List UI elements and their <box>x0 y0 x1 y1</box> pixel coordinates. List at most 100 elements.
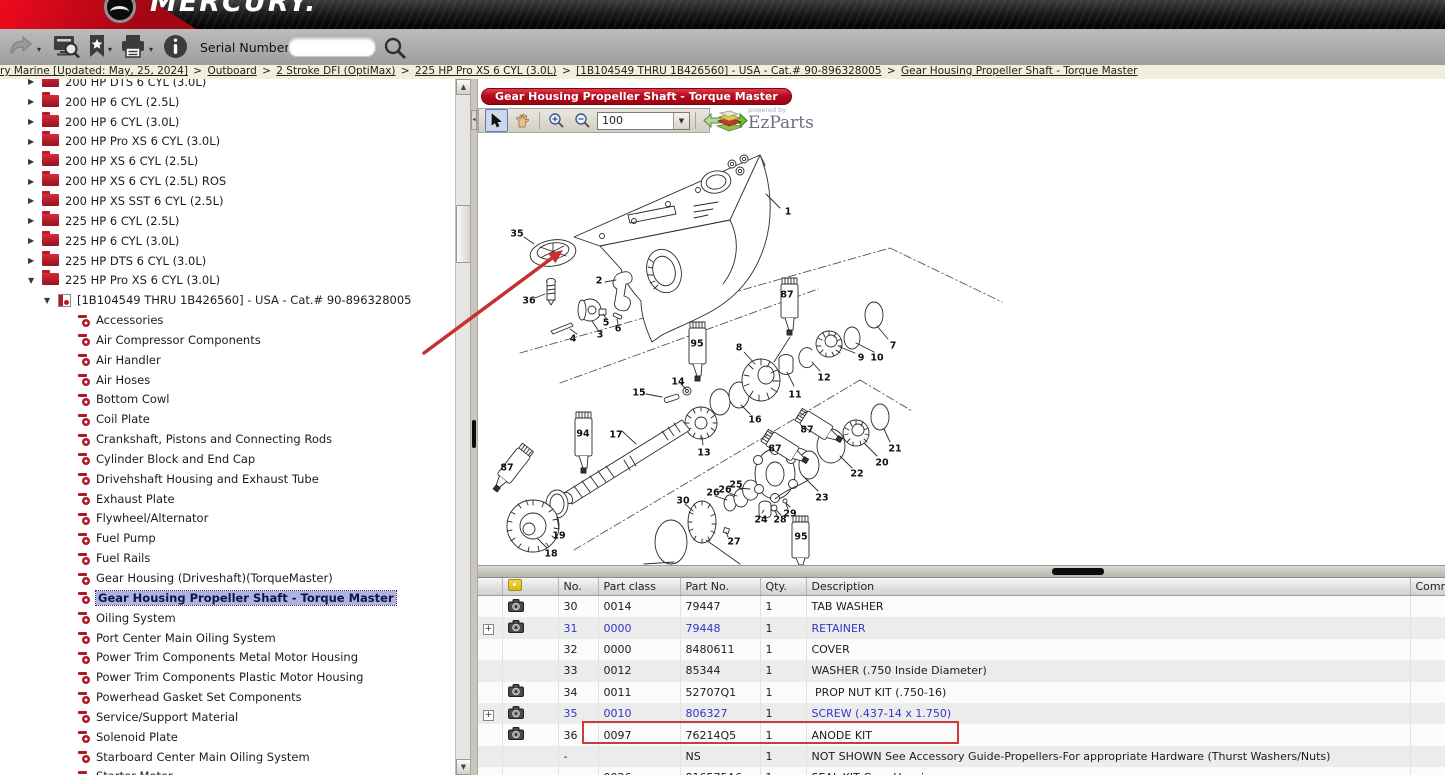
part-row[interactable]: 36009776214Q51ANODE KIT <box>478 724 1445 745</box>
row-camera-cell[interactable] <box>502 660 558 681</box>
tree-item-label[interactable]: Service/Support Material <box>96 710 238 724</box>
tree-item[interactable]: Solenoid Plate <box>0 727 455 747</box>
tree-item-label[interactable]: Coil Plate <box>96 412 150 426</box>
tree-item[interactable]: Crankshaft, Pistons and Connecting Rods <box>0 429 455 449</box>
expand-row-icon[interactable]: + <box>483 710 494 721</box>
tree-item-label[interactable]: Cylinder Block and End Cap <box>96 452 255 466</box>
pan-hand-icon[interactable] <box>511 109 534 132</box>
expand-twisty-icon[interactable]: ▶ <box>28 117 42 126</box>
tree-item[interactable]: Power Trim Components Metal Motor Housin… <box>0 647 455 667</box>
tree-item-label[interactable]: [1B104549 THRU 1B426560] - USA - Cat.# 9… <box>77 293 411 307</box>
tree-item-label[interactable]: 225 HP Pro XS 6 CYL (3.0L) <box>65 273 220 287</box>
part-row[interactable]: -NS1NOT SHOWN See Accessory Guide-Propel… <box>478 746 1445 767</box>
tree-scrollbar-thumb[interactable] <box>456 205 471 263</box>
tree-item[interactable]: ▶ 225 HP 6 CYL (3.0L) <box>0 231 455 251</box>
tree-item-label[interactable]: 225 HP 6 CYL (3.0L) <box>65 234 179 248</box>
tree-scrollbar[interactable]: ▲ ▼ <box>455 79 470 775</box>
breadcrumb-link[interactable]: 225 HP Pro XS 6 CYL (3.0L) <box>415 65 557 77</box>
tree-item[interactable]: Cylinder Block and End Cap <box>0 449 455 469</box>
vertical-splitter[interactable]: ◂ <box>470 79 478 775</box>
expand-twisty-icon[interactable]: ▶ <box>28 177 42 186</box>
part-row[interactable]: 32000084806111COVER <box>478 639 1445 660</box>
splitter-grip[interactable] <box>1052 568 1104 575</box>
print-dropdown-icon[interactable]: ▾ <box>149 45 153 54</box>
tree-item-label[interactable]: Port Center Main Oiling System <box>96 631 276 645</box>
tree-item[interactable]: Port Center Main Oiling System <box>0 628 455 648</box>
tree-item-label[interactable]: Air Compressor Components <box>96 333 261 347</box>
collapse-twisty-icon[interactable]: ▼ <box>28 276 42 285</box>
tree-item-label[interactable]: 200 HP XS 6 CYL (2.5L) <box>65 154 198 168</box>
zoom-out-icon[interactable] <box>571 109 594 132</box>
row-camera-cell[interactable] <box>502 596 558 618</box>
tree-item[interactable]: ▶ 200 HP Pro XS 6 CYL (3.0L) <box>0 132 455 152</box>
tree-item[interactable]: Starboard Center Main Oiling System <box>0 747 455 767</box>
tree-item-label[interactable]: Exhaust Plate <box>96 492 175 506</box>
tree-item-label[interactable]: Starboard Center Main Oiling System <box>96 750 310 764</box>
scroll-down-icon[interactable]: ▼ <box>456 759 471 775</box>
select-cursor-icon[interactable] <box>485 109 508 132</box>
model-search-icon[interactable] <box>52 34 80 62</box>
tree-item[interactable]: Gear Housing Propeller Shaft - Torque Ma… <box>0 588 455 608</box>
row-camera-cell[interactable] <box>502 617 558 638</box>
expand-twisty-icon[interactable]: ▶ <box>28 79 42 86</box>
tree-item-label[interactable]: Air Hoses <box>96 373 150 387</box>
tree-item-label[interactable]: Starter Motor <box>96 769 173 775</box>
share-dropdown-icon[interactable]: ▾ <box>37 45 41 54</box>
tree-item[interactable]: Fuel Pump <box>0 528 455 548</box>
camera-icon[interactable] <box>508 706 524 719</box>
tree-item[interactable]: ▶200 HP XS SST 6 CYL (2.5L) <box>0 191 455 211</box>
column-qty[interactable]: Qty. <box>760 578 806 596</box>
expand-twisty-icon[interactable]: ▶ <box>28 97 42 106</box>
serial-number-input[interactable] <box>288 37 376 57</box>
print-icon[interactable] <box>120 34 147 62</box>
expand-twisty-icon[interactable]: ▶ <box>28 216 42 225</box>
breadcrumb-link[interactable]: Gear Housing Propeller Shaft - Torque Ma… <box>901 65 1137 77</box>
tree-item[interactable]: Bottom Cowl <box>0 390 455 410</box>
tree-item[interactable]: ▼[1B104549 THRU 1B426560] - USA - Cat.# … <box>0 290 455 310</box>
tree-item[interactable]: Power Trim Components Plastic Motor Hous… <box>0 667 455 687</box>
expand-twisty-icon[interactable]: ▶ <box>28 137 42 146</box>
tree-item[interactable]: ▶ 200 HP XS 6 CYL (2.5L) ROS <box>0 171 455 191</box>
camera-icon[interactable] <box>508 599 524 612</box>
expand-row-icon[interactable]: + <box>483 624 494 635</box>
camera-icon[interactable] <box>508 620 524 633</box>
tree-item[interactable]: ▶225 HP DTS 6 CYL (3.0L) <box>0 251 455 271</box>
tree-item[interactable]: Coil Plate <box>0 409 455 429</box>
tree-item[interactable]: Flywheel/Alternator <box>0 509 455 529</box>
part-row[interactable]: -0026816575A61SEAL KIT Gear Housing <box>478 767 1445 775</box>
column-comments[interactable]: Comments <box>1410 578 1445 596</box>
bookmark-dropdown-icon[interactable]: ▾ <box>108 45 112 54</box>
row-camera-cell[interactable] <box>502 724 558 745</box>
tree-item[interactable]: ▶225 HP 6 CYL (2.5L) <box>0 211 455 231</box>
column-description[interactable]: Description <box>806 578 1410 596</box>
collapse-panel-icon[interactable]: ◂ <box>471 110 477 130</box>
tree-item-label[interactable]: Gear Housing Propeller Shaft - Torque Ma… <box>96 591 396 605</box>
tree-item-label[interactable]: 200 HP XS 6 CYL (2.5L) ROS <box>65 174 226 188</box>
tree-item-label[interactable]: Drivehshaft Housing and Exhaust Tube <box>96 472 319 486</box>
column-no[interactable]: No. <box>558 578 598 596</box>
tree-item[interactable]: Air Hoses <box>0 370 455 390</box>
tree-item[interactable]: Service/Support Material <box>0 707 455 727</box>
breadcrumb-link[interactable]: ry Marine [Updated: May, 25, 2024] <box>0 65 188 77</box>
scroll-up-icon[interactable]: ▲ <box>456 79 471 95</box>
tree-item[interactable]: Air Handler <box>0 350 455 370</box>
tree-item-label[interactable]: Solenoid Plate <box>96 730 178 744</box>
tree-item-label[interactable]: Flywheel/Alternator <box>96 511 208 525</box>
expand-twisty-icon[interactable]: ▶ <box>28 236 42 245</box>
tree-item[interactable]: ▶200 HP XS 6 CYL (2.5L) <box>0 151 455 171</box>
tree-item[interactable]: Air Compressor Components <box>0 330 455 350</box>
tree-item[interactable]: Accessories <box>0 310 455 330</box>
part-row[interactable]: +3500108063271SCREW (.437-14 x 1.750) <box>478 703 1445 724</box>
tree-item-label[interactable]: 200 HP Pro XS 6 CYL (3.0L) <box>65 134 220 148</box>
part-row[interactable]: +310000794481RETAINER <box>478 617 1445 638</box>
zoom-in-icon[interactable] <box>545 109 568 132</box>
part-row[interactable]: 330012853441WASHER (.750 Inside Diameter… <box>478 660 1445 681</box>
column-part-class[interactable]: Part class <box>598 578 680 596</box>
tree-item-label[interactable]: Bottom Cowl <box>96 392 170 406</box>
breadcrumb-link[interactable]: [1B104549 THRU 1B426560] - USA - Cat.# 9… <box>576 65 881 77</box>
chevron-down-icon[interactable]: ▼ <box>673 113 689 129</box>
tree-item-label[interactable]: 225 HP DTS 6 CYL (3.0L) <box>65 254 206 268</box>
horizontal-splitter[interactable] <box>478 565 1445 578</box>
tree-item-label[interactable]: Crankshaft, Pistons and Connecting Rods <box>96 432 332 446</box>
tree-item-label[interactable]: Fuel Pump <box>96 531 156 545</box>
